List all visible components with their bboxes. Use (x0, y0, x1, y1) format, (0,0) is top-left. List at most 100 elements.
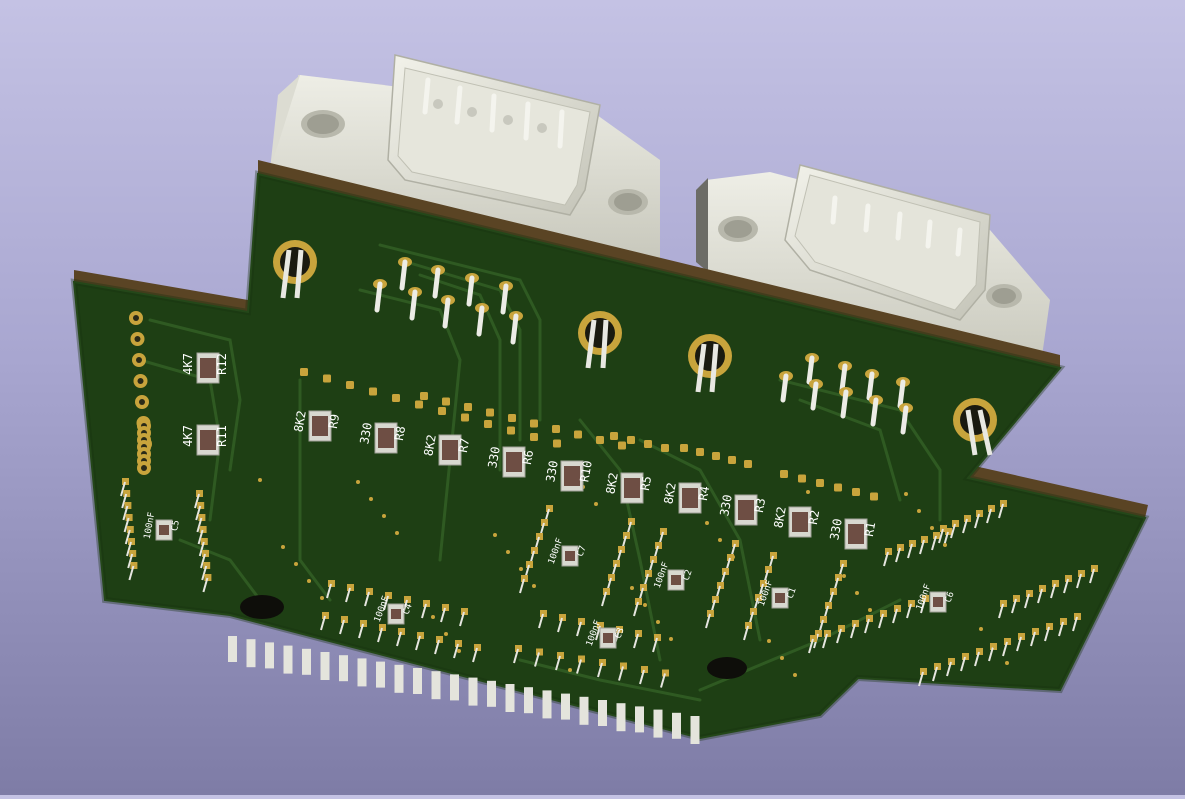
component-value: 4K7 (181, 425, 195, 447)
edge-finger (672, 712, 681, 739)
solder-pad (661, 444, 669, 452)
drill-hole-2 (707, 657, 747, 679)
solder-pad (574, 430, 582, 439)
via (457, 649, 461, 653)
solder-pad (415, 400, 423, 409)
via (904, 492, 908, 496)
via (731, 555, 735, 559)
solder-pad (552, 425, 560, 433)
edge-finger (376, 661, 385, 688)
component-ref: R8 (392, 425, 408, 442)
edge-finger (431, 671, 441, 700)
via (1005, 661, 1009, 665)
solder-pad (644, 440, 652, 448)
edge-finger (228, 636, 237, 662)
via (294, 562, 298, 566)
drill-hole-1 (240, 595, 284, 619)
solder-pad (816, 479, 824, 487)
solder-pad (627, 436, 635, 444)
via (532, 584, 536, 588)
via (979, 627, 983, 631)
via (868, 608, 872, 612)
solder-pad (392, 394, 400, 402)
via (493, 533, 497, 537)
solder-pad (610, 432, 618, 440)
via (320, 596, 324, 600)
component-ref: R9 (326, 413, 342, 430)
via (793, 673, 797, 677)
via (356, 480, 360, 484)
solder-pad (323, 374, 331, 383)
via (519, 567, 523, 571)
solder-pad (346, 381, 354, 389)
via (806, 490, 810, 494)
via (382, 514, 386, 518)
edge-finger (635, 706, 644, 733)
edge-finger (413, 668, 422, 694)
solder-pad (530, 419, 538, 428)
edge-finger (690, 716, 700, 744)
edge-finger (616, 703, 626, 732)
solder-pad (369, 387, 377, 396)
edge-finger (598, 700, 607, 726)
via (431, 615, 435, 619)
edge-finger (579, 696, 589, 725)
solder-pad (484, 420, 492, 428)
component-ref: R12 (215, 353, 229, 375)
via (718, 538, 722, 542)
solder-pad (680, 444, 688, 452)
via (281, 545, 285, 549)
via (630, 586, 634, 590)
edge-finger (561, 693, 570, 720)
edge-finger (320, 652, 330, 680)
solder-pad (596, 436, 604, 444)
solder-pad (442, 397, 450, 406)
via (855, 591, 859, 595)
3d-viewer-canvas[interactable]: R12 4K7 R11 4K7 R9 8K2 R8 330 R7 8K2 R6 330 R10 330 R5… (0, 0, 1185, 795)
solder-pad (438, 407, 446, 415)
solder-pad (728, 456, 736, 464)
via-ring (130, 332, 145, 346)
solder-pad (712, 452, 720, 460)
solder-pad (618, 441, 626, 450)
via-ring (129, 311, 143, 325)
solder-pad (744, 460, 752, 468)
via (369, 497, 373, 501)
component-ref: R4 (696, 485, 712, 502)
via (643, 603, 647, 607)
via-ring (133, 374, 148, 388)
component-ref: R2 (806, 509, 822, 526)
via (842, 574, 846, 578)
solder-pad (834, 483, 842, 492)
edge-finger (653, 709, 663, 738)
via (656, 620, 660, 624)
component-ref: R3 (752, 497, 768, 514)
edge-finger (357, 658, 367, 687)
component-ref: R11 (215, 425, 229, 447)
solder-pad (530, 433, 538, 441)
via-ring (132, 353, 146, 367)
via (444, 632, 448, 636)
via-ring (137, 461, 151, 475)
solder-pad (507, 426, 515, 435)
via (568, 668, 572, 672)
component-ref: R1 (862, 521, 878, 538)
pcb-3d-render[interactable]: R124K7R114K7R98K2R8330R78K2R6330R10330R5… (0, 0, 1185, 795)
via (307, 579, 311, 583)
solder-pad (553, 439, 561, 448)
via (930, 526, 934, 530)
edge-finger (505, 684, 515, 712)
via (506, 550, 510, 554)
solder-pad (798, 474, 806, 483)
via (594, 502, 598, 506)
via (258, 478, 262, 482)
via (943, 543, 947, 547)
solder-pad (508, 414, 516, 422)
edge-finger (450, 674, 459, 701)
edge-finger (265, 642, 274, 669)
edge-finger (487, 680, 496, 707)
solder-pad (461, 413, 469, 422)
solder-pad (420, 392, 428, 400)
edge-finger (283, 645, 293, 674)
via (992, 644, 996, 648)
